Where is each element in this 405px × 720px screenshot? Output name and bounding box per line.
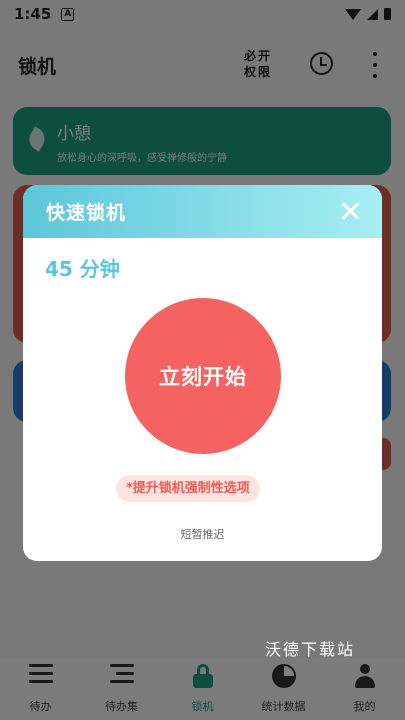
dialog-header: 快速锁机 xyxy=(23,185,382,238)
upgrade-lock-option-button[interactable]: *提升锁机强制性选项 xyxy=(116,475,260,502)
dialog-title: 快速锁机 xyxy=(46,202,127,224)
postpone-button[interactable]: 短暂推迟 xyxy=(23,526,382,542)
close-icon[interactable] xyxy=(340,201,360,221)
quick-lock-dialog: 快速锁机 45 分钟 立刻开始 *提升锁机强制性选项 短暂推迟 xyxy=(23,185,382,561)
watermark: 沃德下载站 xyxy=(265,640,356,659)
start-now-button[interactable]: 立刻开始 xyxy=(125,298,281,454)
lock-duration[interactable]: 45 分钟 xyxy=(45,253,120,282)
